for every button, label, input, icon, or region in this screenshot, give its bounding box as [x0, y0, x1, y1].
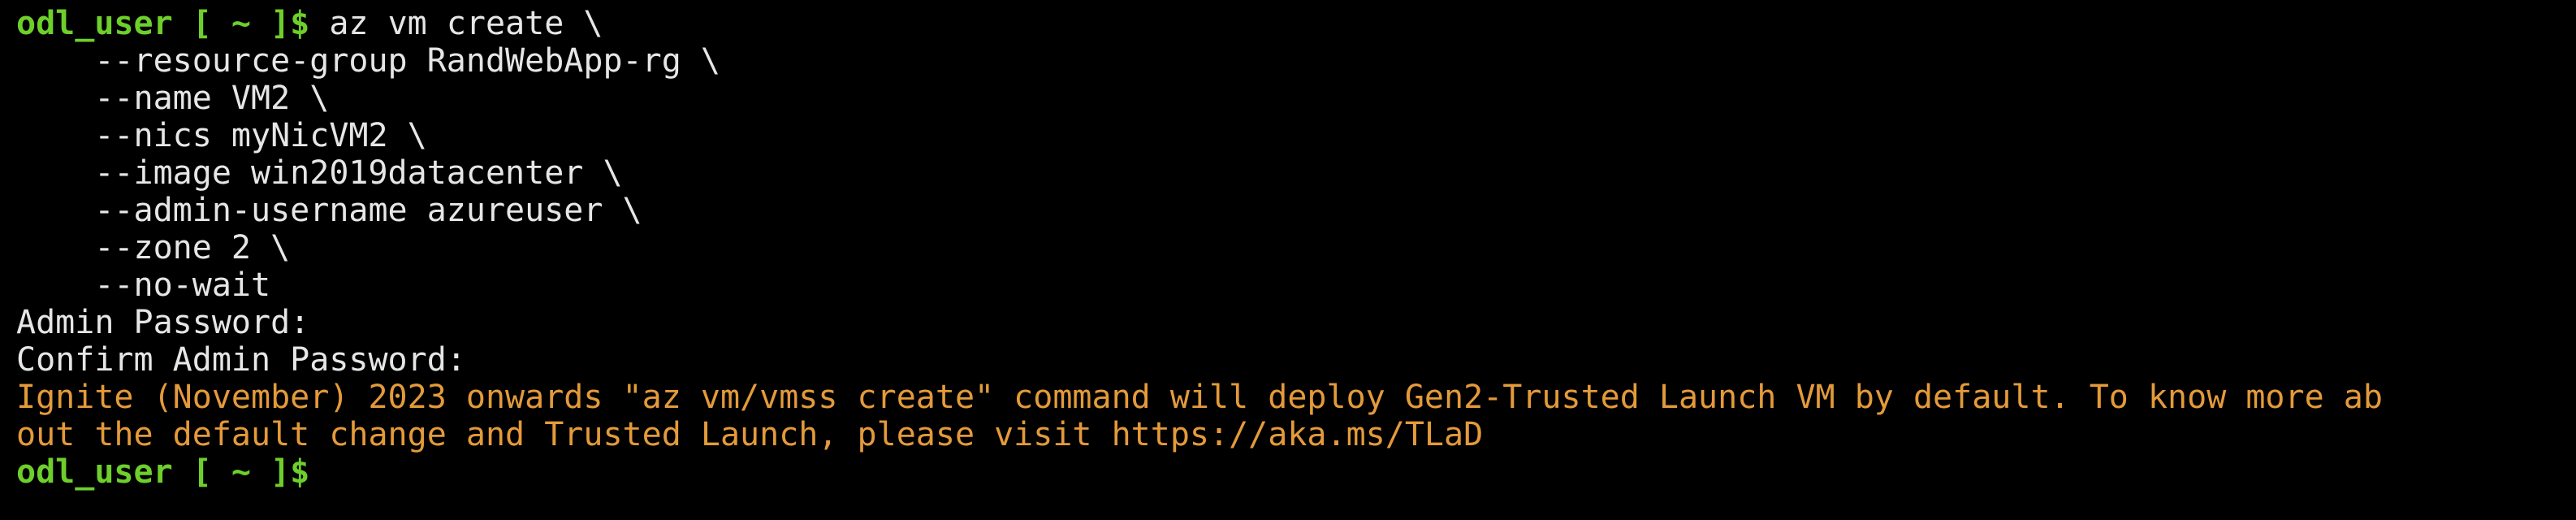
- shell-prompt: odl_user [ ~ ]$: [16, 453, 310, 491]
- active-prompt-line[interactable]: odl_user [ ~ ]$: [16, 453, 2576, 491]
- warning-message-line: Ignite (November) 2023 onwards "az vm/vm…: [16, 379, 2383, 416]
- command-continuation-line: --name VM2 \: [16, 80, 330, 117]
- shell-prompt: odl_user [ ~ ]$: [16, 5, 310, 42]
- confirm-password-prompt: Confirm Admin Password:: [16, 341, 466, 379]
- command-continuation-line: --admin-username azureuser \: [16, 192, 642, 229]
- password-prompt: Admin Password:: [16, 304, 310, 341]
- command-line: odl_user [ ~ ]$ az vm create \: [16, 5, 2576, 42]
- warning-message-line: out the default change and Trusted Launc…: [16, 416, 1484, 453]
- terminal-window[interactable]: odl_user [ ~ ]$ az vm create \ --resourc…: [0, 0, 2576, 520]
- command-text: az vm create \: [329, 5, 603, 42]
- command-continuation-line: --nics myNicVM2 \: [16, 117, 427, 154]
- command-continuation-line: --zone 2 \: [16, 229, 291, 266]
- command-continuation-line: --no-wait: [16, 266, 271, 304]
- command-continuation-line: --resource-group RandWebApp-rg \: [16, 42, 720, 80]
- command-continuation-line: --image win2019datacenter \: [16, 154, 623, 192]
